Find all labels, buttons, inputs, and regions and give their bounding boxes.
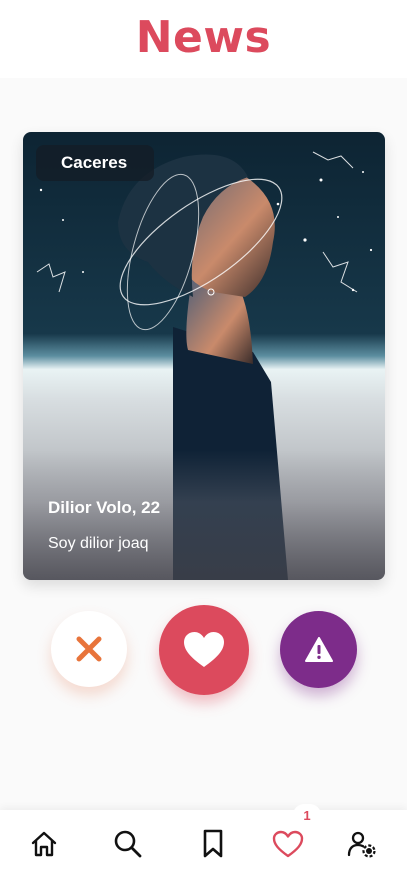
nav-likes[interactable] [268, 824, 308, 864]
like-button[interactable] [159, 605, 249, 695]
bottom-nav: 1 [0, 804, 407, 878]
likes-count-badge: 1 [293, 804, 321, 826]
nav-saved[interactable] [193, 824, 233, 864]
dislike-button[interactable] [51, 611, 127, 687]
close-icon [76, 636, 102, 662]
app-header: News [0, 0, 407, 78]
profile-name-age: Dilior Volo, 22 [48, 498, 161, 517]
user-settings-icon [347, 831, 376, 858]
heart-outline-icon [272, 830, 304, 858]
page-title: News [135, 11, 272, 63]
nav-profile-settings[interactable] [342, 824, 382, 864]
profile-bio: Soy dilior joaq [48, 535, 149, 552]
search-icon [114, 830, 142, 858]
nav-search[interactable] [108, 824, 148, 864]
report-button[interactable] [280, 611, 357, 688]
bookmark-icon [203, 829, 223, 858]
main-area: Caceres Dilior Volo, 22 Soy dilior joaq [0, 78, 407, 810]
city-tag: Caceres [36, 145, 154, 181]
warning-icon [304, 636, 333, 662]
profile-card[interactable]: Caceres Dilior Volo, 22 Soy dilior joaq [23, 132, 385, 580]
nav-home[interactable] [24, 824, 64, 864]
home-icon [31, 831, 57, 857]
heart-icon [184, 632, 224, 667]
